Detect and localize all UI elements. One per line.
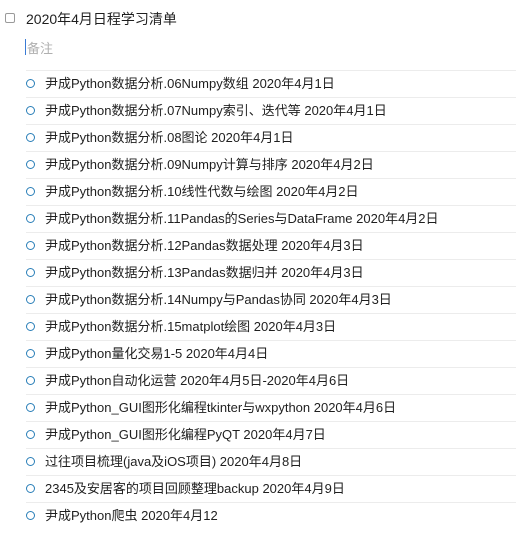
subtask-item[interactable]: 尹成Python数据分析.06Numpy数组 2020年4月1日: [0, 70, 516, 97]
divider: [26, 259, 516, 260]
divider: [26, 70, 516, 71]
task-title[interactable]: 2020年4月日程学习清单: [26, 10, 177, 28]
subtask-label[interactable]: 尹成Python_GUI图形化编程tkinter与wxpython 2020年4…: [45, 399, 396, 416]
divider: [26, 475, 516, 476]
subtask-item[interactable]: 尹成Python数据分析.14Numpy与Pandas协同 2020年4月3日: [0, 286, 516, 313]
subtask-circle-icon[interactable]: [26, 457, 35, 466]
subtask-item[interactable]: 尹成Python量化交易1-5 2020年4月4日: [0, 340, 516, 367]
subtask-label[interactable]: 尹成Python数据分析.13Pandas数据归并 2020年4月3日: [45, 264, 364, 281]
divider: [26, 448, 516, 449]
divider: [26, 151, 516, 152]
divider: [26, 394, 516, 395]
subtask-circle-icon[interactable]: [26, 160, 35, 169]
subtask-item[interactable]: 2345及安居客的项目回顾整理backup 2020年4月9日: [0, 475, 516, 502]
subtask-item[interactable]: 尹成Python爬虫 2020年4月12: [0, 502, 516, 529]
subtask-circle-icon[interactable]: [26, 349, 35, 358]
divider: [26, 367, 516, 368]
subtask-circle-icon[interactable]: [26, 430, 35, 439]
subtask-item[interactable]: 尹成Python数据分析.11Pandas的Series与DataFrame 2…: [0, 205, 516, 232]
subtask-label[interactable]: 尹成Python数据分析.07Numpy索引、迭代等 2020年4月1日: [45, 102, 387, 119]
subtask-label[interactable]: 尹成Python数据分析.11Pandas的Series与DataFrame 2…: [45, 210, 439, 227]
subtask-circle-icon[interactable]: [26, 106, 35, 115]
notes-field[interactable]: 备注: [25, 37, 53, 57]
divider: [26, 124, 516, 125]
subtask-circle-icon[interactable]: [26, 484, 35, 493]
subtask-item[interactable]: 尹成Python数据分析.15matplot绘图 2020年4月3日: [0, 313, 516, 340]
subtask-circle-icon[interactable]: [26, 187, 35, 196]
subtask-label[interactable]: 尹成Python_GUI图形化编程PyQT 2020年4月7日: [45, 426, 326, 443]
divider: [26, 178, 516, 179]
divider: [26, 421, 516, 422]
subtask-item[interactable]: 尹成Python_GUI图形化编程tkinter与wxpython 2020年4…: [0, 394, 516, 421]
subtask-circle-icon[interactable]: [26, 268, 35, 277]
subtask-item[interactable]: 尹成Python_GUI图形化编程PyQT 2020年4月7日: [0, 421, 516, 448]
subtask-item[interactable]: 尹成Python自动化运营 2020年4月5日-2020年4月6日: [0, 367, 516, 394]
subtask-label[interactable]: 尹成Python数据分析.12Pandas数据处理 2020年4月3日: [45, 237, 364, 254]
subtask-circle-icon[interactable]: [26, 295, 35, 304]
subtask-circle-icon[interactable]: [26, 322, 35, 331]
subtask-list: 尹成Python数据分析.06Numpy数组 2020年4月1日 尹成Pytho…: [0, 70, 516, 529]
divider: [26, 97, 516, 98]
subtask-circle-icon[interactable]: [26, 511, 35, 520]
divider: [26, 205, 516, 206]
subtask-circle-icon[interactable]: [26, 133, 35, 142]
text-cursor: [25, 39, 26, 55]
subtask-circle-icon[interactable]: [26, 376, 35, 385]
subtask-item[interactable]: 过往项目梳理(java及iOS项目) 2020年4月8日: [0, 448, 516, 475]
subtask-item[interactable]: 尹成Python数据分析.07Numpy索引、迭代等 2020年4月1日: [0, 97, 516, 124]
divider: [26, 286, 516, 287]
subtask-label[interactable]: 尹成Python数据分析.08图论 2020年4月1日: [45, 129, 294, 146]
subtask-label[interactable]: 尹成Python数据分析.10线性代数与绘图 2020年4月2日: [45, 183, 359, 200]
subtask-label[interactable]: 尹成Python数据分析.14Numpy与Pandas协同 2020年4月3日: [45, 291, 392, 308]
subtask-item[interactable]: 尹成Python数据分析.08图论 2020年4月1日: [0, 124, 516, 151]
subtask-circle-icon[interactable]: [26, 241, 35, 250]
subtask-label[interactable]: 2345及安居客的项目回顾整理backup 2020年4月9日: [45, 480, 345, 497]
task-complete-checkbox[interactable]: [5, 13, 15, 23]
divider: [26, 232, 516, 233]
divider: [26, 313, 516, 314]
subtask-circle-icon[interactable]: [26, 214, 35, 223]
subtask-item[interactable]: 尹成Python数据分析.12Pandas数据处理 2020年4月3日: [0, 232, 516, 259]
subtask-label[interactable]: 尹成Python数据分析.15matplot绘图 2020年4月3日: [45, 318, 336, 335]
subtask-label[interactable]: 尹成Python数据分析.06Numpy数组 2020年4月1日: [45, 75, 335, 92]
subtask-circle-icon[interactable]: [26, 403, 35, 412]
subtask-label[interactable]: 尹成Python数据分析.09Numpy计算与排序 2020年4月2日: [45, 156, 374, 173]
subtask-label[interactable]: 尹成Python自动化运营 2020年4月5日-2020年4月6日: [45, 372, 349, 389]
subtask-item[interactable]: 尹成Python数据分析.09Numpy计算与排序 2020年4月2日: [0, 151, 516, 178]
subtask-label[interactable]: 过往项目梳理(java及iOS项目) 2020年4月8日: [45, 453, 302, 470]
divider: [26, 340, 516, 341]
subtask-circle-icon[interactable]: [26, 79, 35, 88]
divider: [26, 502, 516, 503]
subtask-item[interactable]: 尹成Python数据分析.10线性代数与绘图 2020年4月2日: [0, 178, 516, 205]
subtask-label[interactable]: 尹成Python量化交易1-5 2020年4月4日: [45, 345, 268, 362]
subtask-label[interactable]: 尹成Python爬虫 2020年4月12: [45, 507, 218, 524]
subtask-item[interactable]: 尹成Python数据分析.13Pandas数据归并 2020年4月3日: [0, 259, 516, 286]
notes-placeholder: 备注: [27, 40, 54, 56]
